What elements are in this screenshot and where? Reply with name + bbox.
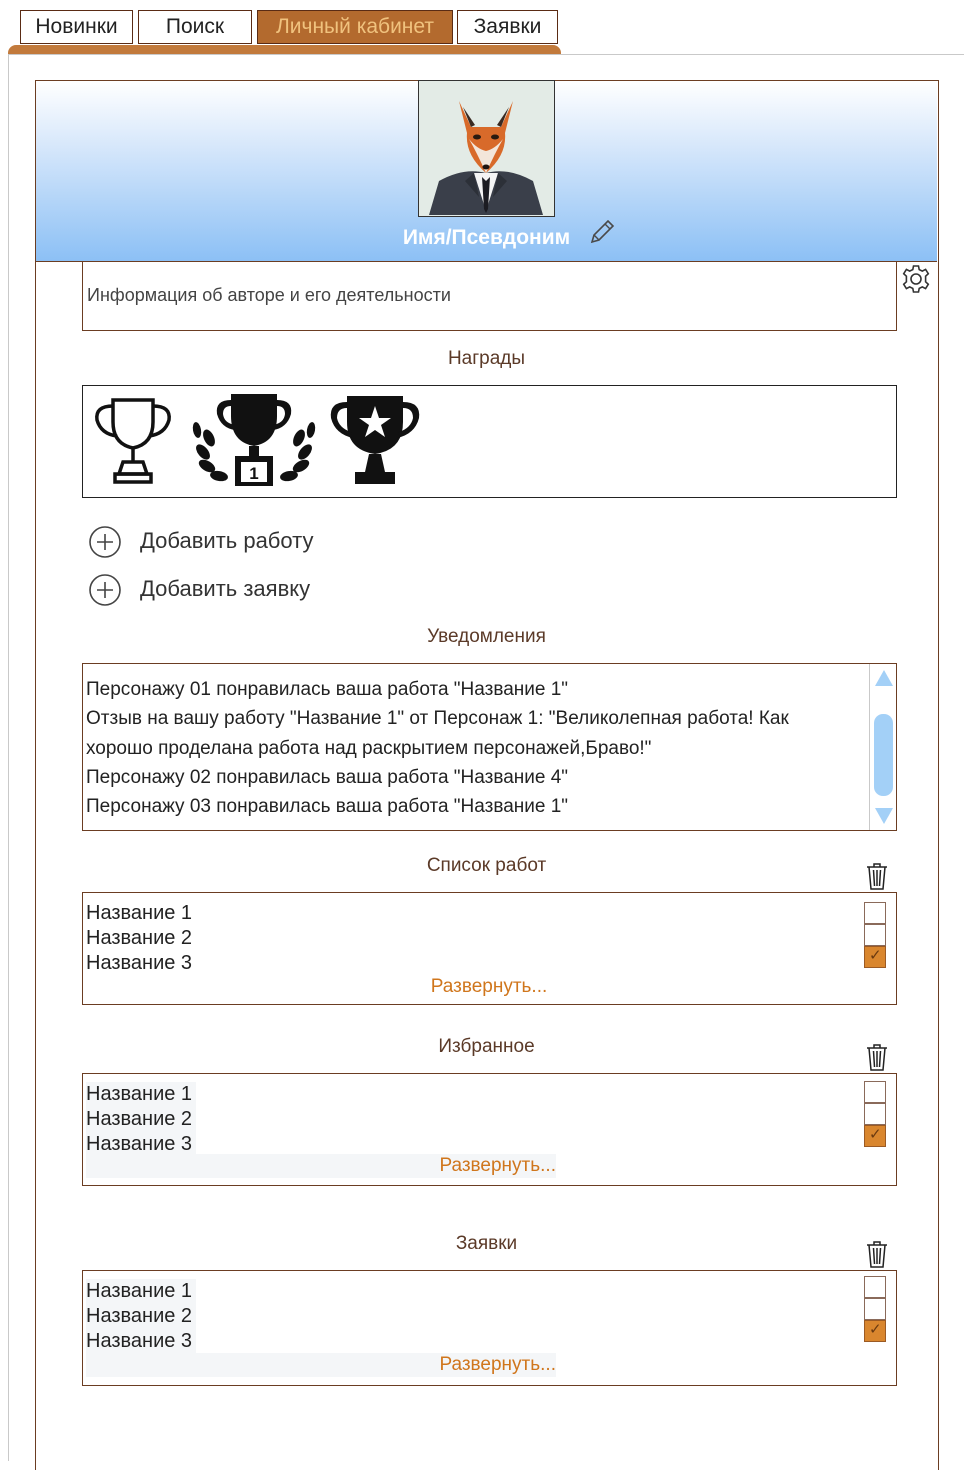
notification-item: Персонажу 01 понравилась ваша работа "На…: [86, 679, 569, 700]
requests-list: Название 1 Название 2 Название 3: [86, 1279, 196, 1354]
pencil-icon[interactable]: [588, 218, 616, 246]
notification-item: Персонажу 03 понравилась ваша работа "На…: [86, 796, 569, 818]
expand-link[interactable]: Развернуть...: [86, 1155, 556, 1177]
expand-row: Развернуть...: [86, 1353, 556, 1377]
list-item-checkbox[interactable]: [864, 1320, 886, 1342]
notifications-title: Уведомления: [427, 626, 546, 647]
trash-icon[interactable]: [866, 1240, 888, 1268]
content-frame-left: [8, 54, 9, 1461]
notification-item: Персонажу 02 понравилась ваша работа "На…: [86, 766, 569, 788]
tab-search[interactable]: Поиск: [138, 10, 252, 44]
notifications-list: Персонажу 01 понравилась ваша работа "На…: [86, 675, 871, 821]
list-item-checkbox[interactable]: [864, 1276, 886, 1298]
list-item-checkbox[interactable]: [864, 1081, 886, 1103]
tab-requests[interactable]: Заявки: [457, 10, 558, 44]
trash-icon[interactable]: [866, 1043, 888, 1071]
tab-personal-account[interactable]: Личный кабинет: [257, 10, 453, 44]
favorites-list: Название 1 Название 2 Название 3: [86, 1082, 196, 1157]
trash-icon[interactable]: [866, 862, 888, 890]
favorites-list-box: Название 1 Название 2 Название 3 Разверн…: [82, 1073, 897, 1186]
add-request-label: Добавить заявку: [140, 576, 311, 601]
requests-list-box: Название 1 Название 2 Название 3 Разверн…: [82, 1270, 897, 1386]
scroll-thumb[interactable]: [874, 714, 893, 796]
scroll-down-arrow-icon[interactable]: [874, 806, 894, 826]
add-work-label: Добавить работу: [140, 528, 314, 553]
list-item-checkbox[interactable]: [864, 1103, 886, 1125]
notification-item: Отзыв на вашу работу "Название 1" от Пер…: [86, 708, 789, 730]
favorites-title: Избранное: [438, 1036, 535, 1057]
plus-circle-icon: [89, 574, 121, 606]
username: Имя/Псевдоним: [36, 226, 937, 250]
list-item-checkbox[interactable]: [864, 1298, 886, 1320]
awards-title: Награды: [447, 348, 526, 369]
trophy-outline-icon: [95, 398, 171, 484]
list-item[interactable]: Название 2: [86, 1304, 196, 1329]
trophy-laurel-first-place-icon: 1: [192, 394, 316, 486]
profile-card: Имя/Псевдоним Информация об авторе и его…: [35, 80, 939, 1470]
content-frame-top: [8, 54, 964, 55]
username-text: Имя/Псевдоним: [402, 226, 571, 249]
expand-link[interactable]: Развернуть...: [83, 976, 895, 998]
works-title: Список работ: [426, 855, 547, 876]
trophy-star-icon: [330, 396, 420, 484]
plus-circle-icon: [89, 526, 121, 558]
notifications-box: Персонажу 01 понравилась ваша работа "На…: [82, 663, 897, 831]
list-item[interactable]: Название 2: [86, 926, 192, 951]
list-item[interactable]: Название 3: [86, 951, 192, 976]
expand-link[interactable]: Развернуть...: [86, 1354, 556, 1376]
notification-item: хорошо проделана работа над раскрытием п…: [86, 737, 652, 759]
profile-header: Имя/Псевдоним: [36, 80, 937, 262]
list-item[interactable]: Название 3: [86, 1329, 196, 1354]
list-item[interactable]: Название 1: [86, 901, 192, 926]
awards-box: 1: [82, 385, 897, 498]
list-item-checkbox[interactable]: [864, 902, 886, 924]
tab-new[interactable]: Новинки: [20, 10, 133, 44]
list-item[interactable]: Название 2: [86, 1107, 196, 1132]
works-list-box: Название 1 Название 2 Название 3 Разверн…: [82, 892, 897, 1005]
expand-row: Развернуть...: [86, 1154, 556, 1178]
author-info[interactable]: Информация об авторе и его деятельности: [82, 261, 897, 331]
svg-text:1: 1: [249, 464, 258, 483]
gear-icon[interactable]: [900, 263, 932, 295]
list-item-checkbox[interactable]: [864, 1125, 886, 1147]
works-list: Название 1 Название 2 Название 3: [86, 901, 192, 976]
avatar[interactable]: [418, 80, 555, 217]
scroll-up-arrow-icon[interactable]: [874, 668, 894, 688]
notifications-scrollbar[interactable]: [869, 664, 896, 830]
list-item-checkbox[interactable]: [864, 924, 886, 946]
requests-title: Заявки: [455, 1233, 518, 1254]
list-item[interactable]: Название 1: [86, 1082, 196, 1107]
list-item[interactable]: Название 1: [86, 1279, 196, 1304]
tab-underline: [8, 45, 561, 54]
list-item-checkbox[interactable]: [864, 946, 886, 968]
